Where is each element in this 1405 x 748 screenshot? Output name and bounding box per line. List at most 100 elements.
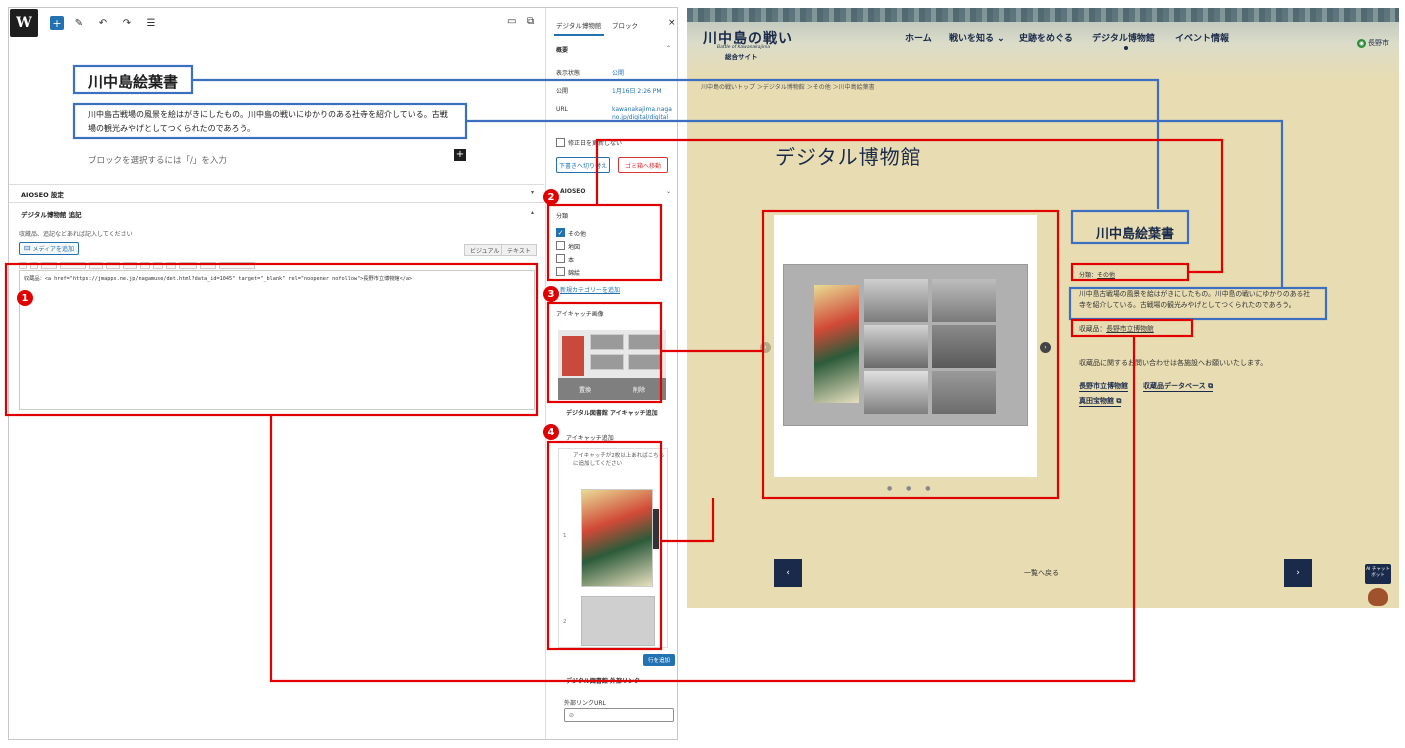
quicktag-button[interactable] <box>200 262 216 269</box>
back-to-list-link[interactable]: 一覧へ戻る <box>1024 568 1059 578</box>
caret-up-icon[interactable]: ⌃ <box>666 45 671 52</box>
quicktag-button[interactable] <box>179 262 197 269</box>
keep-date-checkbox[interactable] <box>556 138 565 147</box>
tab-text[interactable]: テキスト <box>501 244 537 256</box>
site-logo-subtitle: 総合サイト <box>725 53 758 61</box>
city-link[interactable]: ◉ 長野市 <box>1357 38 1389 48</box>
chevron-down-icon[interactable]: ⌄ <box>666 188 671 195</box>
link-icon: ⊘ <box>569 711 575 719</box>
nav-learn[interactable]: 戦いを知る ⌄ <box>949 31 1005 44</box>
external-link-label: 外部リンクURL <box>564 700 606 707</box>
holder-link[interactable]: 長野市立博物館 <box>1106 325 1154 333</box>
remove-image-button[interactable]: 削除 <box>633 385 645 394</box>
quicktag-button[interactable] <box>41 262 57 269</box>
tab-visual[interactable]: ビジュアル <box>464 244 506 256</box>
row-number: 2 <box>563 619 567 625</box>
gallery-header[interactable]: デジタル図書館 アイキャッチ追加 <box>566 408 666 417</box>
add-row-button[interactable]: 行を追加 <box>643 654 675 666</box>
close-icon[interactable]: × <box>668 18 676 28</box>
publish-value[interactable]: 1月16日 2:26 PM <box>612 86 662 95</box>
undo-icon[interactable]: ↶ <box>94 14 112 32</box>
quicktag-button[interactable] <box>89 262 103 269</box>
postcard-photo-item <box>932 325 996 368</box>
add-block-inline-button[interactable]: + <box>454 149 466 161</box>
caret-up-icon[interactable]: ▴ <box>531 209 534 216</box>
slider-prev-button[interactable]: ‹ <box>760 342 771 353</box>
category-label-book: 本 <box>568 257 575 264</box>
preview-icon[interactable]: ⧉ <box>527 16 534 27</box>
add-media-button[interactable]: 🖾 メディアを追加 <box>19 242 80 255</box>
aioseo-sidebar-header[interactable]: AIOSEO <box>560 188 586 195</box>
category-checkbox-book[interactable] <box>556 254 565 263</box>
pager-prev-button[interactable]: ‹ <box>774 559 802 587</box>
quicktag-button[interactable] <box>219 262 255 269</box>
post-description[interactable]: 川中島古戦場の風景を絵はがきにしたもの。川中島の戦いにゆかりのある社寺を紹介して… <box>76 105 466 139</box>
category-label-map: 地図 <box>568 244 581 251</box>
tab-block-settings[interactable]: ブロック <box>612 20 638 30</box>
nav-home[interactable]: ホーム <box>905 31 932 44</box>
museum-link[interactable]: 長野市立博物館 <box>1079 381 1128 392</box>
postcard-photo-item <box>932 279 996 322</box>
summary-header[interactable]: 概要 <box>556 45 568 54</box>
quicktag-button[interactable] <box>106 262 120 269</box>
gallery-image-photos[interactable] <box>581 596 655 646</box>
links-header[interactable]: デジタル図書館 外部リンク <box>566 676 640 685</box>
ai-chatbot-button[interactable]: AI チャット ボット <box>1365 564 1391 584</box>
nav-events[interactable]: イベント情報 <box>1175 31 1229 44</box>
wordpress-logo-icon[interactable]: W <box>10 9 38 37</box>
quicktag-button[interactable] <box>19 262 27 269</box>
add-block-button[interactable]: + <box>50 16 64 30</box>
site-logo-english: Battle of Kawanakajima <box>717 45 771 50</box>
quicktag-button[interactable] <box>60 262 86 269</box>
quicktag-button[interactable] <box>153 262 163 269</box>
visibility-value[interactable]: 公開 <box>612 68 624 77</box>
item-description: 川中島古戦場の風景を絵はがきにしたもの。川中島の戦いにゆかりのある社寺を紹介して… <box>1079 290 1311 309</box>
nav-digital-museum[interactable]: デジタル博物館 <box>1092 31 1155 44</box>
gallery-sublabel: アイキャッチ追加 <box>566 435 614 442</box>
quicktag-button[interactable] <box>140 262 150 269</box>
mascot-icon[interactable] <box>1368 588 1388 606</box>
move-to-trash-button[interactable]: ゴミ箱へ移動 <box>618 157 668 173</box>
quicktag-button[interactable] <box>166 262 176 269</box>
quicktag-button[interactable] <box>30 262 38 269</box>
category-label-nishikie: 錦絵 <box>568 270 581 277</box>
nav-sites[interactable]: 史跡をめぐる <box>1019 31 1073 44</box>
aioseo-panel-header[interactable]: AIOSEO 設定 <box>21 189 64 199</box>
post-title[interactable]: 川中島絵葉書 <box>76 68 196 94</box>
external-link-input[interactable]: ⊘ <box>564 708 674 722</box>
block-placeholder[interactable]: ブロックを選択するには「/」を入力 <box>88 154 227 166</box>
list-view-icon[interactable]: ☰ <box>142 14 160 32</box>
view-icon[interactable]: ▭ <box>507 16 516 27</box>
pager-next-button[interactable]: › <box>1284 559 1312 587</box>
switch-to-draft-button[interactable]: 下書きへ切り替え <box>556 157 610 173</box>
thumb-photo <box>590 354 624 370</box>
category-checkbox-other[interactable]: ✓ <box>556 228 565 237</box>
featured-image-label[interactable]: アイキャッチ画像 <box>556 309 604 318</box>
category-checkbox-nishikie[interactable] <box>556 267 565 276</box>
slider-next-button[interactable]: › <box>1040 342 1051 353</box>
quicktag-button[interactable] <box>123 262 137 269</box>
code-textarea[interactable]: 収蔵品：<a href="https://jmapps.ne.jp/nagamu… <box>19 270 535 410</box>
sanada-museum-link[interactable]: 真田宝物館 ⧉ <box>1079 396 1122 407</box>
gallery-image-cover[interactable] <box>581 489 653 587</box>
extra-panel-header[interactable]: デジタル博物館 追記 <box>21 209 82 219</box>
category-label-other: その他 <box>568 231 587 238</box>
breadcrumb[interactable]: 川中島の戦いトップ ＞デジタル博物館 ＞その他 ＞川中島絵葉書 <box>701 82 875 91</box>
wordpress-editor: W + ✎ ↶ ↷ ☰ ▭ ⧉ 川中島絵葉書 川中島古戦場の風景を絵はがきにした… <box>8 7 678 740</box>
url-value[interactable]: kawanakajima.nagano.jp/digital/digital <box>612 106 674 122</box>
database-link[interactable]: 収蔵品データベース ⧉ <box>1143 381 1214 392</box>
tab-post-settings[interactable]: デジタル博物館 <box>556 20 601 30</box>
image-slider[interactable] <box>774 215 1037 477</box>
replace-image-button[interactable]: 置換 <box>579 385 591 394</box>
edit-tool-icon[interactable]: ✎ <box>70 14 88 32</box>
slider-dots[interactable]: ● ● ● <box>887 485 937 492</box>
badge-3: 3 <box>543 286 559 302</box>
add-category-link[interactable]: 新規カテゴリーを追加 <box>560 285 620 294</box>
image-edge <box>653 509 659 549</box>
badge-2: 2 <box>543 189 559 205</box>
category-checkbox-map[interactable] <box>556 241 565 250</box>
category-link[interactable]: その他 <box>1097 272 1115 279</box>
active-tab-indicator <box>554 34 604 36</box>
redo-icon[interactable]: ↷ <box>118 14 136 32</box>
caret-down-icon[interactable]: ▾ <box>531 189 534 196</box>
